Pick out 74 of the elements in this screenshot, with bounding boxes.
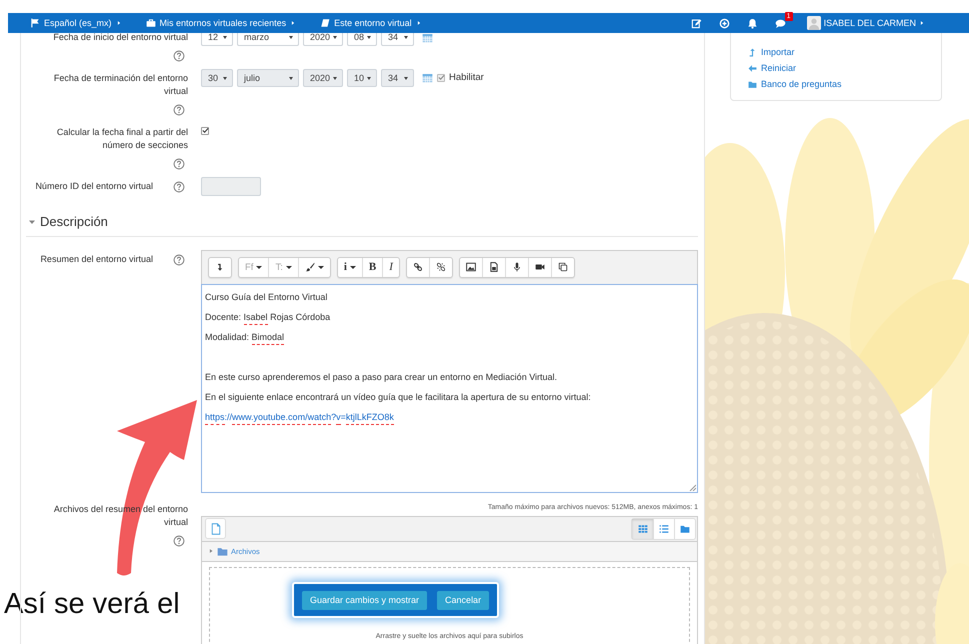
caret-icon xyxy=(116,19,122,27)
check-icon xyxy=(202,127,208,134)
caption-text: Así se verá el xyxy=(4,590,180,619)
sidebar-link[interactable]: Reiniciar xyxy=(748,60,941,76)
calendar-icon[interactable] xyxy=(422,33,433,42)
field-label: Fecha de inicio del entorno virtual xyxy=(53,33,188,44)
enable-label: Habilitar xyxy=(449,72,484,83)
help-icon[interactable] xyxy=(173,158,185,170)
sidebar-link[interactable]: Banco de preguntas xyxy=(748,76,941,92)
field-label: Número ID del entorno virtual xyxy=(35,180,153,192)
paragraph-text: Docente: Isabel Rojas Córdoba xyxy=(205,306,694,326)
video-link[interactable]: https://www.youtube.com/watch?v=ktjlLkFZO8k xyxy=(205,406,694,426)
video-camera-icon xyxy=(534,262,545,272)
add-file-button[interactable] xyxy=(205,518,226,539)
date-select[interactable]: 2020 xyxy=(303,33,343,46)
caret-icon xyxy=(919,19,925,27)
nav-menu-link[interactable]: Mis entornos virtuales recientes xyxy=(146,18,296,28)
caret-icon xyxy=(290,19,296,27)
paragraph-text: En el siguiente enlace encontrará un vídeo guía que le facilitara la apertura de su entorno virtual: xyxy=(205,390,592,404)
section-heading[interactable]: Descripción xyxy=(40,214,108,230)
folder-icon xyxy=(680,524,690,534)
help-icon[interactable] xyxy=(173,50,185,62)
arrow-down-icon xyxy=(215,262,225,272)
field-label: Calcular la fecha final a partir del número de secciones xyxy=(56,126,188,152)
checkbox[interactable] xyxy=(201,126,209,134)
avatar-icon xyxy=(806,16,821,30)
sidebar-link[interactable]: Importar xyxy=(748,44,941,60)
unlink-icon xyxy=(436,262,446,272)
caret-icon xyxy=(416,19,422,27)
document-icon xyxy=(210,522,222,534)
resize-handle[interactable] xyxy=(689,484,696,490)
arrow-left-icon xyxy=(748,64,757,72)
paragraph-text: Curso Guía del Entorno Virtual xyxy=(205,290,328,304)
toolbar-button[interactable]: i xyxy=(338,258,362,276)
date-select[interactable]: 08 xyxy=(347,33,377,46)
toolbar-button[interactable]: B xyxy=(362,258,382,276)
help-icon[interactable] xyxy=(173,534,185,546)
paragraph-text: En este curso aprenderemos el paso a paso para crear un entorno en Mediación Virtual. xyxy=(205,370,558,384)
user-menu[interactable]: ISABEL DEL CARMEN xyxy=(806,16,925,30)
help-icon[interactable] xyxy=(173,104,185,116)
folder-icon xyxy=(748,80,757,88)
nav-menu-link[interactable]: Este entorno virtual xyxy=(320,18,422,28)
caret-icon[interactable] xyxy=(28,218,36,226)
date-select[interactable]: 12 xyxy=(201,33,233,46)
help-icon[interactable] xyxy=(173,254,185,266)
calendar-icon[interactable] xyxy=(422,72,433,83)
expand-arrow-icon[interactable] xyxy=(208,548,214,554)
flag-icon xyxy=(30,18,40,28)
briefcase-icon xyxy=(146,18,156,28)
plus-circle-icon[interactable] xyxy=(718,18,730,28)
paragraph-text: Modalidad: Bimodal xyxy=(205,326,694,346)
field-label: Fecha de terminación del entorno virtual xyxy=(52,72,188,98)
date-select[interactable]: marzo xyxy=(237,33,299,46)
nav-menu-link[interactable]: Español (es_mx) xyxy=(30,18,122,28)
upload-arrow-icon xyxy=(748,48,757,56)
bell-icon[interactable] xyxy=(746,18,758,28)
link-icon xyxy=(412,262,423,272)
check-icon xyxy=(438,74,444,81)
toolbar-button[interactable]: I xyxy=(382,258,399,276)
list-icon xyxy=(659,524,669,534)
chat-icon[interactable] xyxy=(774,18,786,28)
field-label: Resumen del entorno virtual xyxy=(40,252,153,266)
image-icon xyxy=(466,262,476,272)
date-select[interactable]: 34 xyxy=(381,33,414,46)
grid-view-button[interactable] xyxy=(632,518,653,538)
edit-icon[interactable] xyxy=(690,18,702,28)
help-icon[interactable] xyxy=(173,180,185,192)
brush-icon xyxy=(304,262,315,272)
copy-icon xyxy=(558,262,568,272)
microphone-icon xyxy=(512,262,522,272)
input-field[interactable] xyxy=(201,176,261,196)
grid-icon xyxy=(638,524,648,534)
document-icon xyxy=(488,262,499,272)
folder-icon xyxy=(217,546,228,556)
